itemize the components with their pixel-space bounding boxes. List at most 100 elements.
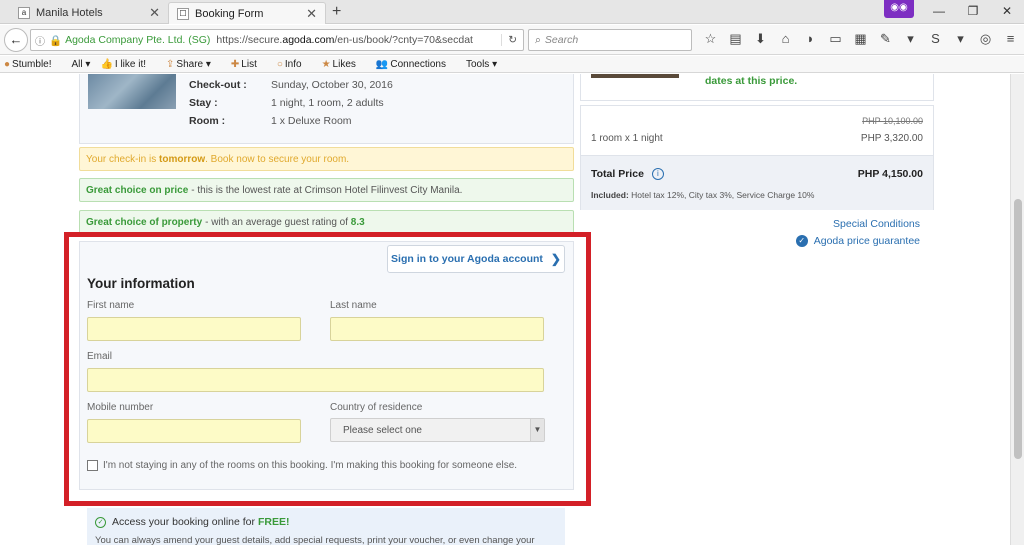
price-choice-bold: Great choice on price — [86, 184, 189, 196]
close-icon[interactable]: ✕ — [306, 6, 317, 22]
bookmark-likes[interactable]: ★ Likes — [322, 59, 366, 70]
page-favicon-icon: ☐ — [177, 7, 189, 20]
lock-icon[interactable]: 🔒 — [49, 34, 62, 47]
dropdown-icon[interactable]: ▾ — [948, 31, 973, 47]
stumbleupon-icon: ● — [4, 58, 11, 70]
close-icon[interactable]: ✕ — [149, 5, 160, 21]
guest-rating: 8.3 — [350, 216, 365, 228]
toolbar-icons: ☆ ▤ ⬇ ⌂ ◗ ▭ ▦ ✎ ▾ S ▾ ◎ ≡ — [698, 31, 1023, 47]
reading-list-icon[interactable]: ▤ — [723, 31, 748, 47]
stay-label: Stay : — [189, 97, 218, 109]
property-choice-notice: Great choice of property - with an avera… — [79, 210, 574, 234]
bookmarks-toolbar: ● Stumble! All ▾ 👍 I like it! ⇪ Share ▾ ✚ Li… — [0, 56, 1024, 73]
included-label: Included: — [591, 190, 629, 200]
bookmark-all[interactable]: All ▾ — [72, 59, 91, 70]
search-input[interactable]: ⌕ Search — [528, 29, 692, 51]
back-button[interactable]: ← — [4, 28, 28, 52]
reload-icon[interactable]: ↻ — [501, 34, 523, 46]
checkin-bold: tomorrow — [159, 153, 206, 165]
list-icon: ✚ — [230, 58, 240, 70]
addon-badge-icon[interactable]: ▦ — [848, 31, 873, 47]
checkin-notice: Your check-in is tomorrow. Book now to s… — [79, 147, 574, 171]
rooms-nights-label: 1 room x 1 night — [591, 133, 663, 144]
price-guarantee-link[interactable]: ✓ Agoda price guarantee — [795, 235, 920, 247]
special-conditions-link[interactable]: Special Conditions — [833, 218, 920, 230]
window-controls: ◉◉ — ❐ ✕ — [884, 0, 1024, 24]
tab-booking-form[interactable]: ☐ Booking Form ✕ — [168, 2, 326, 24]
bookmark-connections[interactable]: 👥 Connections — [376, 59, 456, 70]
tab-bar: a Manila Hotels ✕ ☐ Booking Form ✕ + ◉◉ … — [0, 0, 1024, 24]
bookmark-list[interactable]: ✚ List — [231, 59, 267, 70]
room-photo — [591, 74, 679, 78]
new-tab-button[interactable]: + — [332, 3, 341, 21]
menu-icon[interactable]: ≡ — [998, 31, 1023, 47]
amazon-favicon-icon: a — [18, 7, 30, 19]
page-content: Check-out : Sunday, October 30, 2016 Sta… — [0, 74, 1010, 545]
nav-bar: ← ⓘ 🔒 Agoda Company Pte. Ltd. (SG) https… — [0, 25, 1024, 55]
page-info-icon[interactable]: ⓘ — [35, 33, 45, 48]
guarantee-text: Agoda price guarantee — [813, 235, 920, 247]
total-label-text: Total Price — [591, 168, 644, 180]
property-choice-text: - with an average guest rating of — [205, 216, 349, 228]
room-value: 1 x Deluxe Room — [271, 115, 352, 127]
dropdown-icon[interactable]: ▾ — [898, 31, 923, 47]
checkin-text-end: . Book now to secure your room. — [205, 153, 350, 165]
access-description: You can always amend your guest details,… — [95, 535, 535, 545]
highlight-frame — [64, 232, 591, 506]
check-circle-icon: ✓ — [95, 516, 106, 528]
stumble-addon-icon[interactable]: S — [923, 31, 948, 47]
url-host: agoda.com — [282, 34, 335, 46]
scrollbar[interactable] — [1010, 74, 1024, 545]
chat-icon[interactable]: ▭ — [823, 31, 848, 47]
sync-icon[interactable]: ◎ — [973, 31, 998, 47]
bookmark-i-like-it[interactable]: 👍 I like it! — [100, 59, 156, 70]
url-prefix: https://secure. — [216, 34, 283, 46]
bookmark-share[interactable]: ⇪ Share ▾ — [166, 59, 221, 70]
total-price-label: Total Price i — [591, 168, 664, 180]
url-bar[interactable]: ⓘ 🔒 Agoda Company Pte. Ltd. (SG) https:/… — [30, 29, 524, 51]
scrollbar-thumb[interactable] — [1014, 199, 1022, 459]
minimize-icon[interactable]: — — [922, 0, 956, 24]
info-icon[interactable]: i — [651, 168, 664, 180]
pocket-icon[interactable]: ◗ — [798, 31, 823, 47]
room-offer-card: dates at this price. — [580, 74, 934, 101]
total-price-value: PHP 4,150.00 — [857, 168, 923, 180]
room-price: PHP 3,320.00 — [860, 133, 923, 144]
people-icon: 👥 — [375, 58, 389, 70]
home-icon[interactable]: ⌂ — [773, 31, 798, 47]
tab-manila-hotels[interactable]: a Manila Hotels ✕ — [10, 2, 168, 24]
hotel-photo — [88, 74, 176, 109]
checkout-value: Sunday, October 30, 2016 — [271, 79, 393, 91]
room-label: Room : — [189, 115, 226, 127]
stay-value: 1 night, 1 room, 2 adults — [271, 97, 384, 109]
info-bubble-icon: ○ — [276, 58, 283, 70]
thumbs-up-icon: 👍 — [100, 58, 113, 70]
included-text: Hotel tax 12%, City tax 3%, Service Char… — [628, 190, 815, 200]
private-browsing-icon: ◉◉ — [884, 0, 914, 18]
bookmark-info[interactable]: ○ Info — [277, 59, 312, 70]
close-window-icon[interactable]: ✕ — [990, 0, 1024, 24]
check-badge-icon: ✓ — [795, 235, 808, 247]
share-icon: ⇪ — [166, 58, 175, 70]
price-choice-text: - this is the lowest rate at Crimson Hot… — [191, 184, 463, 196]
search-placeholder: Search — [544, 34, 579, 46]
bookmark-tools[interactable]: Tools ▾ — [466, 59, 497, 70]
bookmark-star-icon[interactable]: ☆ — [698, 31, 723, 47]
download-icon[interactable]: ⬇ — [748, 31, 773, 47]
tab-title: Manila Hotels — [36, 7, 103, 19]
booking-summary-card: Check-out : Sunday, October 30, 2016 Sta… — [79, 74, 574, 144]
tool-icon[interactable]: ✎ — [873, 31, 898, 47]
total-section — [581, 155, 933, 210]
online-access-card: ✓ Access your booking online for FREE! Y… — [87, 508, 565, 545]
access-title-text: Access your booking online for — [112, 516, 255, 528]
tab-title: Booking Form — [195, 7, 264, 20]
checkout-label: Check-out : — [189, 79, 247, 91]
bookmark-stumble[interactable]: ● Stumble! — [4, 59, 62, 70]
price-breakdown-card: PHP 10,100.00 1 room x 1 night PHP 3,320… — [580, 105, 934, 210]
restore-icon[interactable]: ❐ — [956, 0, 990, 24]
url-organization: Agoda Company Pte. Ltd. (SG) — [65, 34, 211, 46]
search-icon: ⌕ — [535, 33, 541, 46]
star-icon: ★ — [321, 58, 331, 70]
property-choice-bold: Great choice of property — [86, 216, 203, 228]
checkin-text: Your check-in is — [86, 153, 157, 165]
